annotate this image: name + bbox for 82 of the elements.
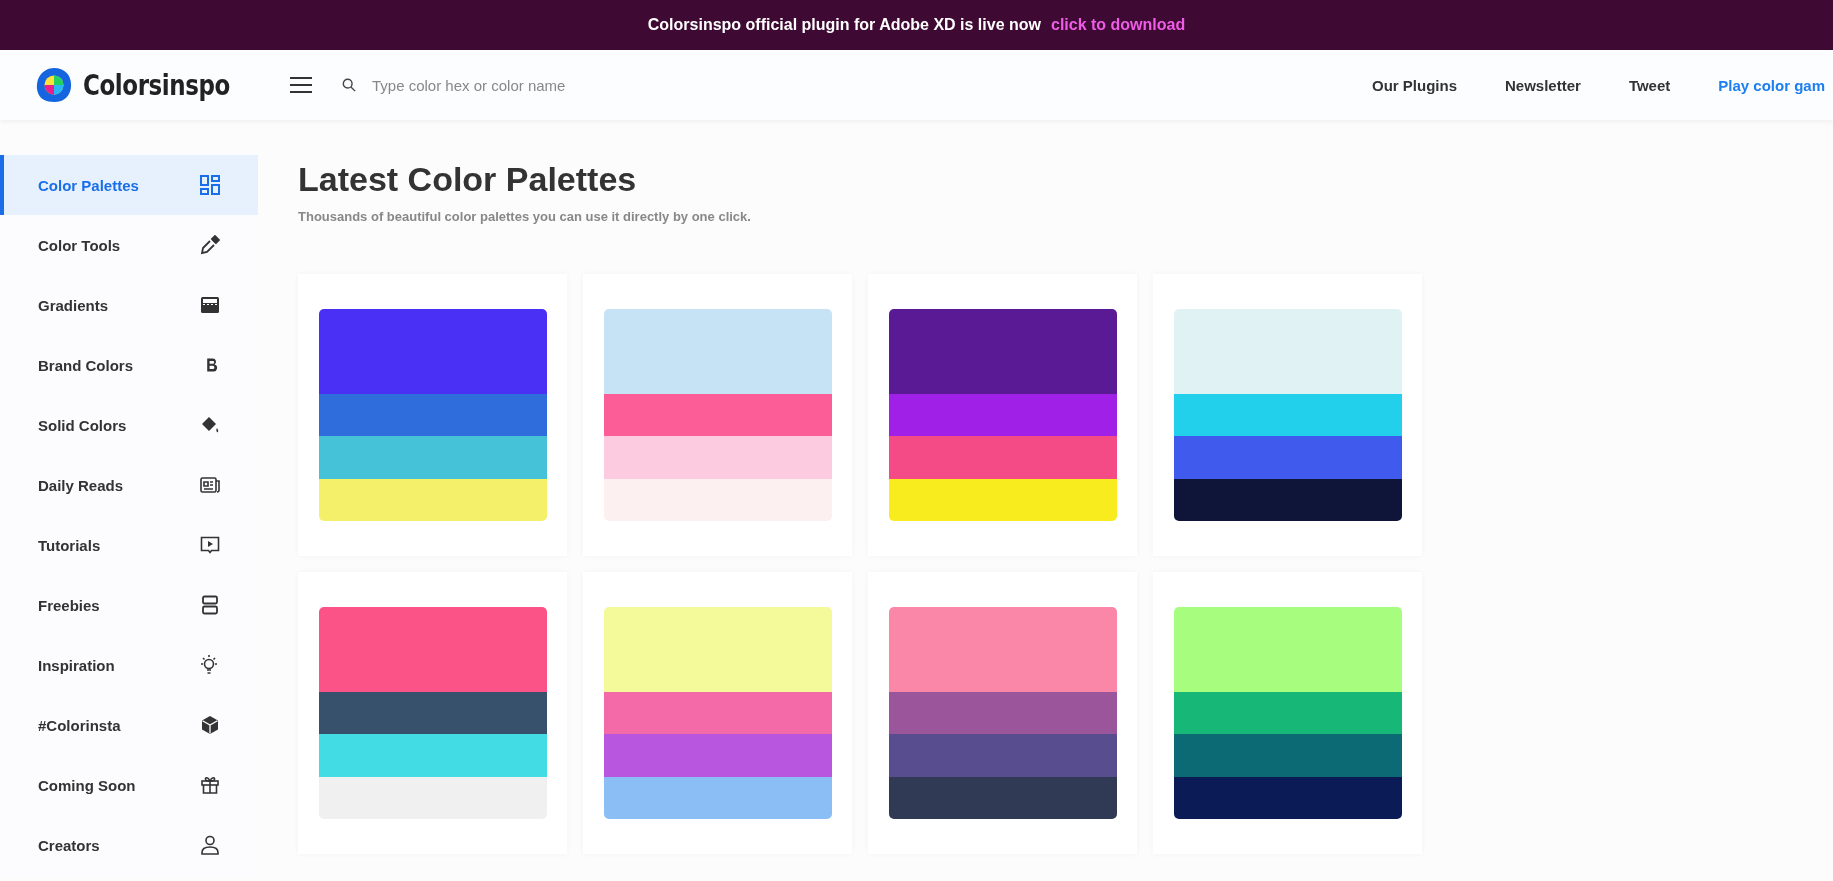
sidebar-item[interactable]: Freebies: [0, 575, 258, 635]
layout-rows-icon: [200, 595, 220, 615]
cube-icon: [200, 715, 220, 735]
color-stripe[interactable]: [318, 393, 547, 437]
palette-swatch[interactable]: [603, 309, 832, 521]
sidebar-item[interactable]: Brand Colors: [0, 335, 258, 395]
nav-link[interactable]: Play color gam: [1718, 76, 1825, 94]
search-icon: [342, 78, 356, 92]
banner-text: Colorsinspo official plugin for Adobe XD is live now: [647, 16, 1041, 34]
logo-text: Colorsinspo: [83, 68, 230, 102]
color-stripe[interactable]: [318, 309, 547, 394]
nav-link[interactable]: Tweet: [1628, 76, 1671, 94]
gift-icon: [200, 775, 220, 795]
search-field[interactable]: Type color hex or color name: [370, 75, 794, 95]
sidebar-item[interactable]: #Colorinsta: [0, 695, 258, 755]
color-stripe[interactable]: [1173, 734, 1402, 777]
color-stripe[interactable]: [888, 309, 1117, 394]
color-stripe[interactable]: [603, 478, 832, 521]
color-stripe[interactable]: [888, 393, 1117, 437]
color-stripe[interactable]: [603, 734, 832, 777]
page-subtitle: Thousands of beautiful color palettes you can use it directly by one click.: [298, 209, 752, 224]
color-stripe[interactable]: [603, 309, 832, 394]
color-stripe[interactable]: [888, 436, 1117, 479]
color-stripe[interactable]: [888, 607, 1117, 692]
palette-card[interactable]: [1153, 572, 1422, 854]
color-stripe[interactable]: [888, 478, 1117, 521]
color-stripe[interactable]: [1173, 607, 1402, 692]
color-stripe[interactable]: [1173, 309, 1402, 394]
lightbulb-icon: [198, 654, 220, 676]
sidebar-item[interactable]: Creators: [0, 815, 258, 875]
download-link[interactable]: click to download: [1051, 16, 1186, 34]
color-stripe[interactable]: [888, 691, 1117, 735]
color-stripe[interactable]: [318, 436, 547, 479]
color-stripe[interactable]: [318, 607, 547, 692]
color-stripe[interactable]: [603, 436, 832, 479]
color-stripe[interactable]: [318, 478, 547, 521]
gradient-icon: [200, 295, 220, 315]
color-stripe[interactable]: [1173, 776, 1402, 819]
video-play-icon: [200, 535, 220, 555]
color-stripe[interactable]: [1173, 478, 1402, 521]
menu-icon[interactable]: [290, 77, 312, 93]
color-stripe[interactable]: [603, 776, 832, 819]
sidebar-item[interactable]: Gradients: [0, 275, 258, 335]
color-stripe[interactable]: [888, 734, 1117, 777]
nav-link[interactable]: Our Plugins: [1372, 76, 1457, 94]
color-stripe[interactable]: [603, 607, 832, 692]
palette-swatch[interactable]: [1173, 309, 1402, 521]
palette-card[interactable]: [868, 274, 1137, 556]
sidebar-item[interactable]: Inspiration: [0, 635, 258, 695]
palette-card[interactable]: [1153, 274, 1422, 556]
nav-link[interactable]: Newsletter: [1505, 76, 1581, 94]
sidebar-item[interactable]: Tutorials: [0, 515, 258, 575]
color-stripe[interactable]: [603, 393, 832, 437]
sidebar-item[interactable]: Daily Reads: [0, 455, 258, 515]
page-title: Latest Color Palettes: [298, 160, 638, 199]
palette-swatch[interactable]: [888, 309, 1117, 521]
palette-swatch[interactable]: [318, 607, 547, 819]
color-stripe[interactable]: [318, 734, 547, 777]
logo-icon: [35, 66, 73, 104]
color-stripe[interactable]: [1173, 393, 1402, 437]
sidebar-item[interactable]: Color Tools: [0, 215, 258, 275]
newspaper-icon: [200, 475, 220, 495]
palette-swatch[interactable]: [318, 309, 547, 521]
eyedropper-icon: [200, 235, 220, 255]
color-stripe[interactable]: [603, 691, 832, 735]
color-stripe[interactable]: [888, 776, 1117, 819]
sidebar-item[interactable]: Coming Soon: [0, 755, 258, 815]
palette-card[interactable]: [298, 274, 567, 556]
color-stripe[interactable]: [318, 691, 547, 735]
sidebar-item[interactable]: Color Palettes: [0, 155, 258, 215]
palette-swatch[interactable]: [888, 607, 1117, 819]
palette-swatch[interactable]: [603, 607, 832, 819]
color-stripe[interactable]: [318, 776, 547, 819]
user-icon: [200, 835, 220, 855]
color-stripe[interactable]: [1173, 436, 1402, 479]
grid-icon: [200, 175, 220, 195]
color-stripe[interactable]: [1173, 691, 1402, 735]
palette-card[interactable]: [868, 572, 1137, 854]
palette-card[interactable]: [298, 572, 567, 854]
palette-swatch[interactable]: [1173, 607, 1402, 819]
sidebar-item[interactable]: Solid Colors: [0, 395, 258, 455]
bold-b-icon: [204, 356, 220, 374]
